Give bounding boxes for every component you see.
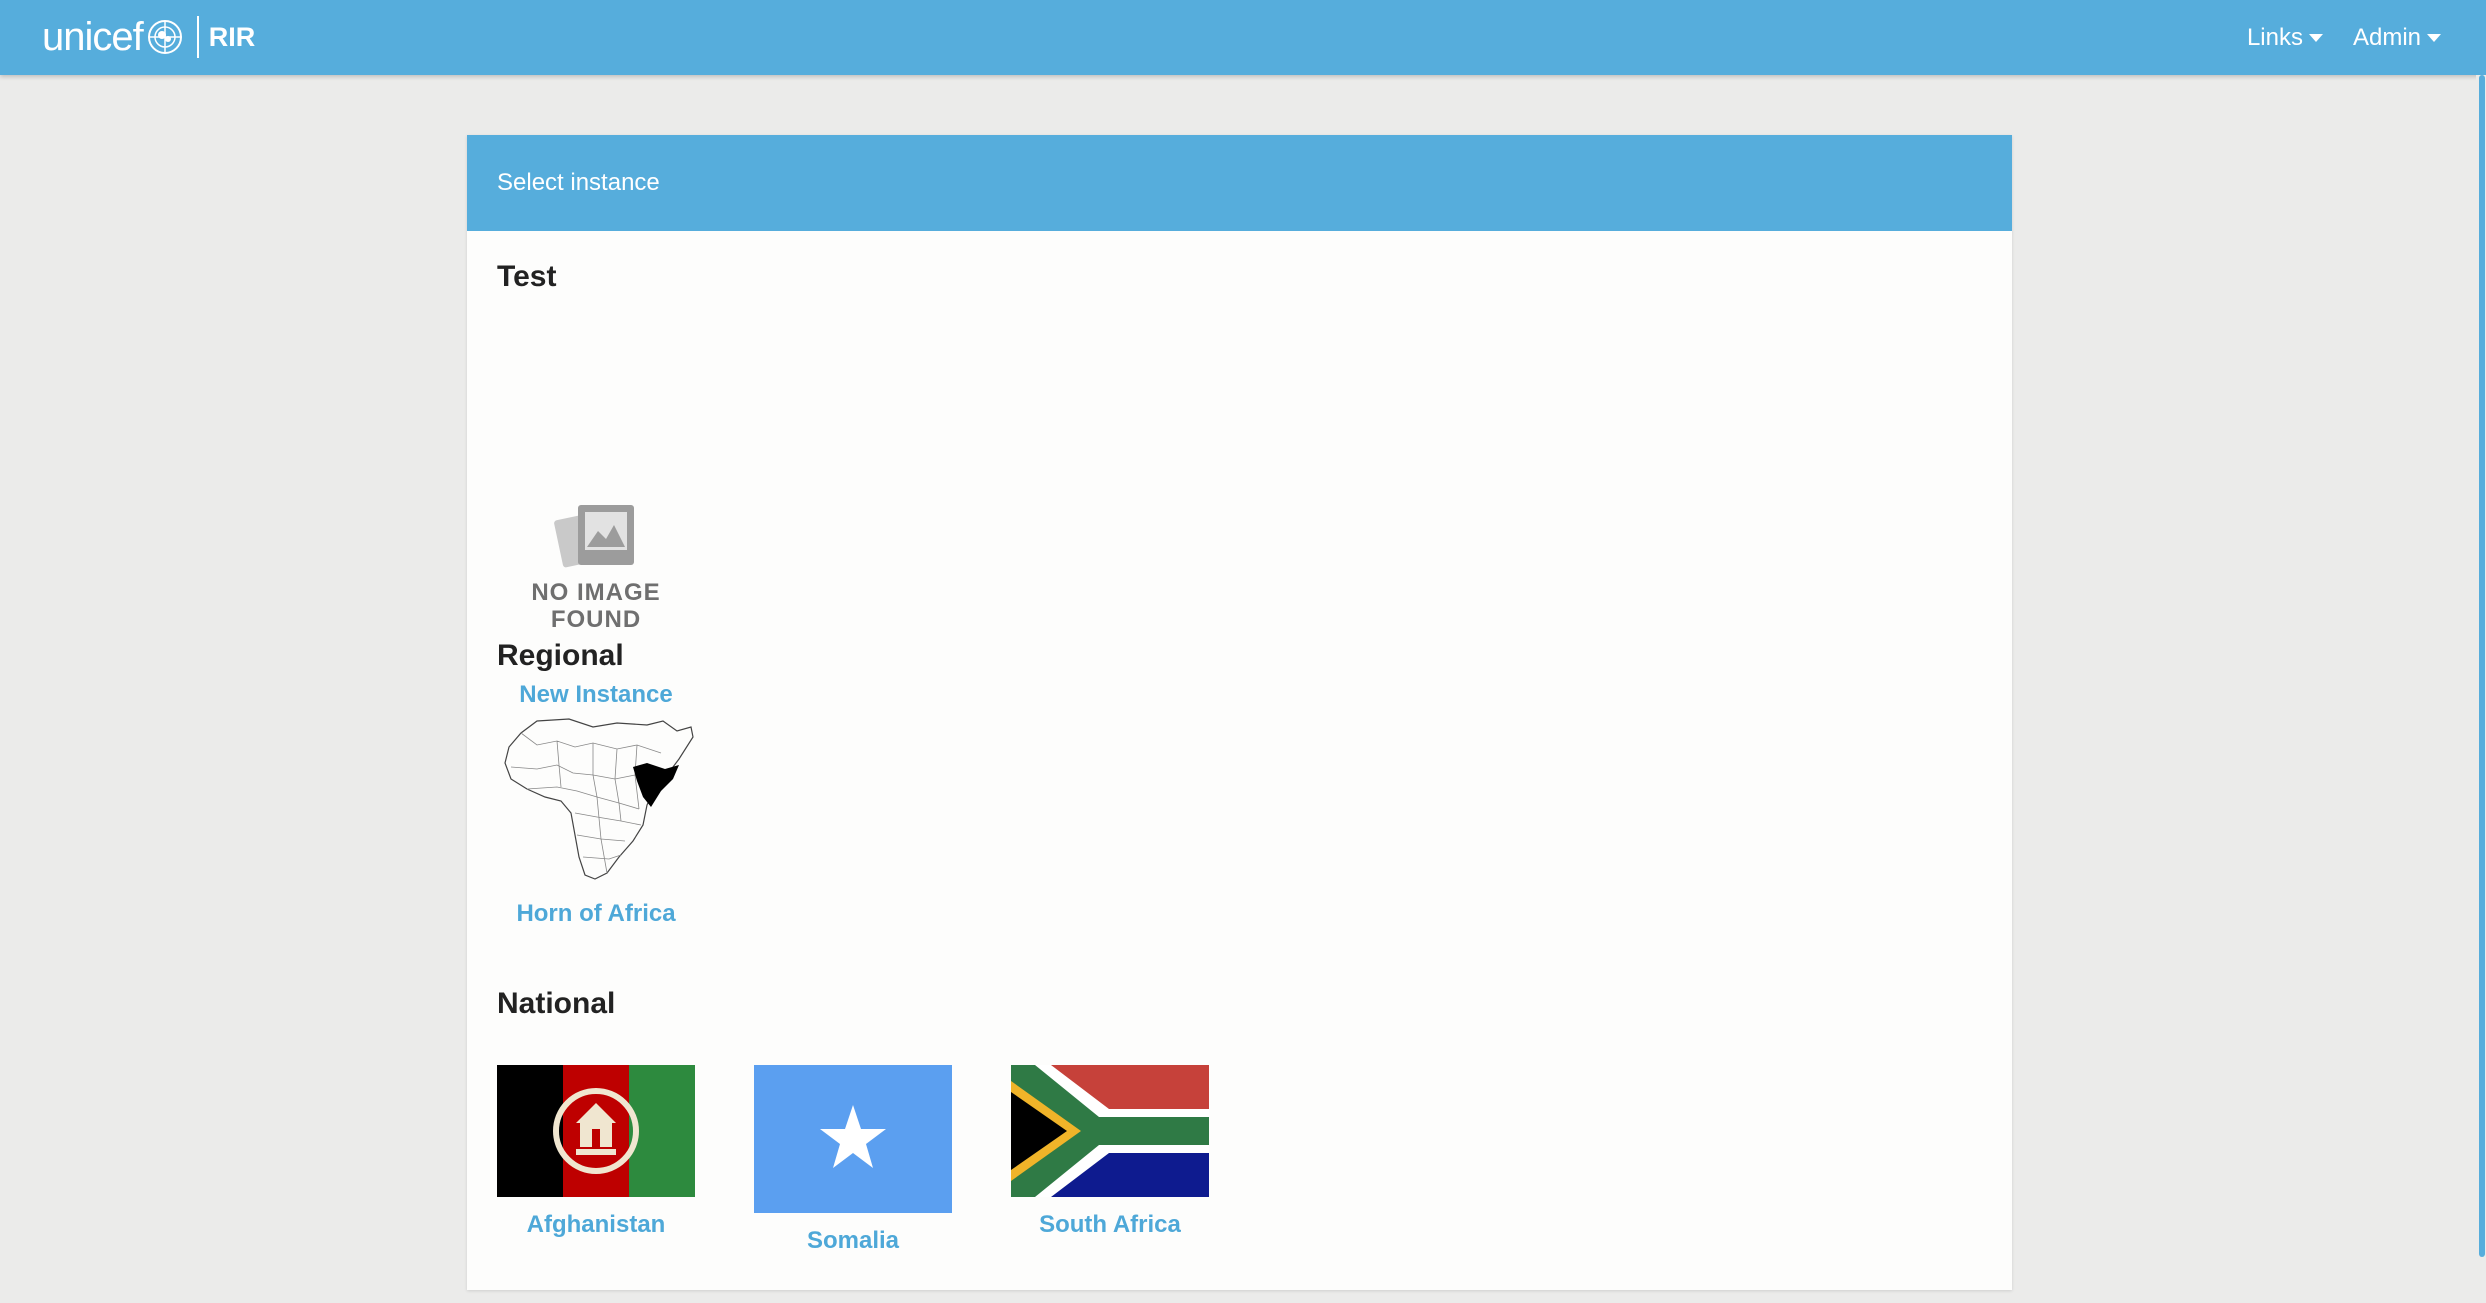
instance-tile-horn-of-africa[interactable]: Horn of Africa bbox=[497, 717, 695, 928]
links-menu-label: Links bbox=[2246, 23, 2303, 51]
app-name: RIR bbox=[208, 21, 256, 52]
instance-link-horn-of-africa[interactable]: Horn of Africa bbox=[516, 900, 675, 928]
chevron-down-icon bbox=[2427, 33, 2441, 42]
instance-tile-afghanistan[interactable]: Afghanistan bbox=[497, 1065, 695, 1239]
brand-divider bbox=[196, 16, 199, 58]
admin-menu-label: Admin bbox=[2352, 23, 2421, 51]
somalia-flag-icon bbox=[754, 1065, 952, 1213]
no-image-placeholder: NO IMAGE FOUND bbox=[497, 468, 695, 666]
top-navbar: unicef RIR Links Admin bbox=[0, 0, 2486, 75]
panel-title: Select instance bbox=[497, 169, 660, 196]
instance-link-somalia[interactable]: Somalia bbox=[807, 1227, 899, 1255]
instance-link-afghanistan[interactable]: Afghanistan bbox=[527, 1211, 666, 1239]
links-menu[interactable]: Links bbox=[2247, 24, 2323, 52]
scrollbar-thumb[interactable] bbox=[2479, 75, 2485, 1257]
brand-logo[interactable]: unicef RIR bbox=[42, 10, 255, 64]
nav-menus: Links Admin bbox=[2247, 0, 2441, 75]
unicef-globe-icon bbox=[147, 20, 182, 54]
section-title-test: Test bbox=[497, 260, 557, 293]
no-image-text: NO IMAGE FOUND bbox=[531, 579, 661, 633]
panel-header: Select instance bbox=[467, 135, 2012, 231]
instance-panel: Select instance Test NO IMAGE FOUND New … bbox=[467, 135, 2012, 1290]
instance-link-south-africa[interactable]: South Africa bbox=[1039, 1211, 1181, 1239]
afghanistan-flag-icon bbox=[497, 1065, 695, 1197]
admin-menu[interactable]: Admin bbox=[2353, 24, 2441, 52]
no-image-icon bbox=[554, 505, 634, 568]
section-title-national: National bbox=[497, 987, 616, 1020]
south-africa-flag-icon bbox=[1011, 1065, 1209, 1197]
africa-map-icon bbox=[497, 717, 695, 883]
instance-link-new-instance[interactable]: New Instance bbox=[519, 681, 672, 709]
section-title-regional: Regional bbox=[497, 639, 624, 672]
instance-tile-south-africa[interactable]: South Africa bbox=[1011, 1065, 1209, 1239]
chevron-down-icon bbox=[2308, 33, 2323, 42]
instance-tile-somalia[interactable]: Somalia bbox=[754, 1065, 952, 1255]
brand-name: unicef bbox=[42, 14, 144, 59]
